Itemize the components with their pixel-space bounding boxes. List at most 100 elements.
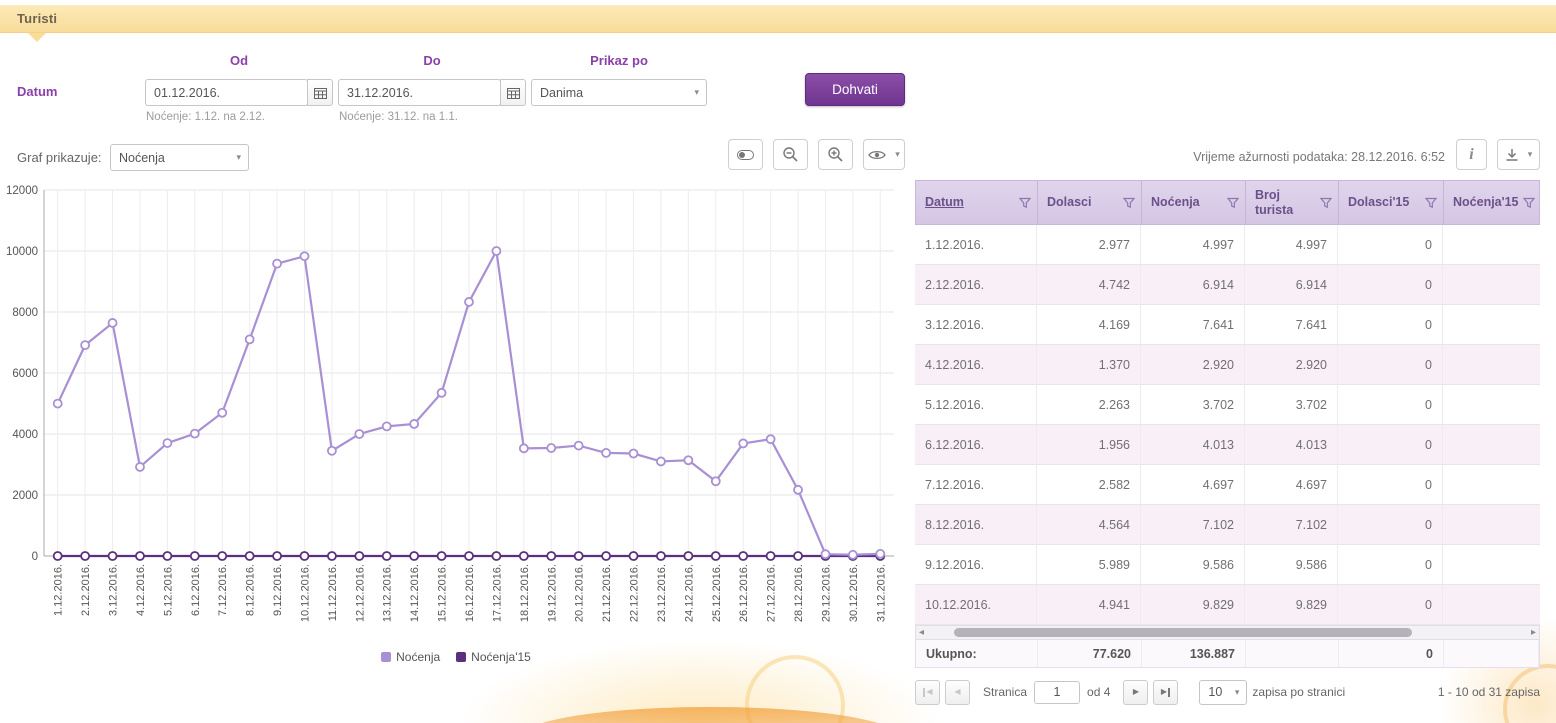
legend-item[interactable]: Noćenja'15 [456,650,531,664]
svg-text:25.12.2016.: 25.12.2016. [711,564,723,622]
total-value: 136.887 [1142,640,1246,667]
next-page-button[interactable]: ▶ [1123,680,1148,705]
cell-datum: 9.12.2016. [915,545,1037,584]
do-calendar-button[interactable] [500,79,526,106]
svg-text:28.12.2016.: 28.12.2016. [793,564,805,622]
filter-icon[interactable] [1320,197,1332,209]
page-number-input[interactable] [1034,681,1080,704]
total-value: 77.620 [1038,640,1142,667]
column-header-label: Dolasci [1047,195,1091,209]
svg-text:11.12.2016.: 11.12.2016. [327,564,339,621]
column-header-broj-turista[interactable]: Broj turista [1246,181,1339,224]
od-calendar-button[interactable] [307,79,333,106]
cell-value: 0 [1338,385,1443,424]
zoom-in-button[interactable] [818,139,853,170]
cell-value: 7.102 [1245,505,1338,544]
graf-prikazuje-label: Graf prikazuje: [17,150,102,165]
cell-datum: 4.12.2016. [915,345,1037,384]
filter-icon[interactable] [1425,197,1437,209]
table-row[interactable]: 9.12.2016.5.9899.5869.5860 [915,545,1540,585]
info-button[interactable]: i [1456,139,1487,170]
column-header-dolasci[interactable]: Dolasci [1038,181,1142,224]
svg-text:12.12.2016.: 12.12.2016. [354,564,366,622]
svg-text:2000: 2000 [12,490,38,502]
zoom-in-icon [827,146,844,163]
od-date-input[interactable] [145,79,308,106]
chevron-down-icon: ▾ [895,149,900,160]
cell-value: 0 [1338,545,1443,584]
chevron-down-icon: ▾ [1528,149,1533,160]
export-button[interactable]: ▾ [1497,139,1540,170]
chart-svg[interactable]: 0200040006000800010000120001.12.2016.2.1… [6,182,906,652]
page-prev-icon: ◀ [926,688,932,696]
svg-text:16.12.2016.: 16.12.2016. [464,564,476,622]
series-visibility-button[interactable]: ▾ [863,139,905,170]
column-header-dolasci-15[interactable]: Dolasci'15 [1339,181,1444,224]
column-header-no-enja-15[interactable]: Noćenja'15 [1444,181,1541,224]
cell-value: 0 [1338,225,1443,264]
zoom-out-button[interactable] [773,139,808,170]
cell-value [1443,225,1540,264]
svg-text:19.12.2016.: 19.12.2016. [546,564,558,622]
table-row[interactable]: 4.12.2016.1.3702.9202.9200 [915,345,1540,385]
do-note: Noćenje: 31.12. na 1.1. [339,111,458,123]
cell-value [1443,465,1540,504]
filter-icon[interactable] [1019,197,1031,209]
chart-toggle-button[interactable] [728,139,763,170]
graf-select[interactable]: Noćenja ▾ [110,144,249,171]
prikaz-po-select[interactable]: Danima ▾ [531,79,707,106]
table-row[interactable]: 6.12.2016.1.9564.0134.0130 [915,425,1540,465]
scrollbar-thumb[interactable] [954,628,1412,637]
page-prev-icon: ◀ [954,688,960,696]
cell-value: 4.697 [1141,465,1245,504]
svg-text:7.12.2016.: 7.12.2016. [217,564,229,616]
first-page-icon [923,688,925,697]
table-row[interactable]: 7.12.2016.2.5824.6974.6970 [915,465,1540,505]
cell-value: 9.586 [1245,545,1338,584]
filter-icon[interactable] [1523,197,1535,209]
column-header-datum[interactable]: Datum [916,181,1038,224]
cell-value: 6.914 [1245,265,1338,304]
horizontal-scrollbar[interactable]: ◂ ▸ [915,625,1540,640]
last-page-icon [1168,688,1170,697]
column-header-no-enja[interactable]: Noćenja [1142,181,1246,224]
first-page-button[interactable]: ◀ [915,680,940,705]
table-row[interactable]: 1.12.2016.2.9774.9974.9970 [915,225,1540,265]
svg-text:1.12.2016.: 1.12.2016. [53,564,65,616]
table-row[interactable]: 8.12.2016.4.5647.1027.1020 [915,505,1540,545]
table-total-row: Ukupno:77.620136.8870 [915,640,1540,668]
cell-datum: 6.12.2016. [915,425,1037,464]
pagination-bar: ◀ ◀ Stranica od 4 ▶ ▶ 10 ▾ zapisa po str… [915,678,1540,706]
cell-value: 9.829 [1141,585,1245,624]
svg-text:22.12.2016.: 22.12.2016. [629,564,641,622]
records-range-label: 1 - 10 od 31 zapisa [1438,685,1540,699]
prev-page-button[interactable]: ◀ [945,680,970,705]
table-row[interactable]: 3.12.2016.4.1697.6417.6410 [915,305,1540,345]
svg-text:24.12.2016.: 24.12.2016. [683,564,695,622]
svg-text:31.12.2016.: 31.12.2016. [875,564,887,622]
legend-item[interactable]: Noćenja [381,650,440,664]
cell-value [1443,265,1540,304]
prikaz-po-value: Danima [540,86,583,100]
page-size-value: 10 [1208,685,1222,699]
cell-value: 4.742 [1037,265,1141,304]
cell-value [1443,425,1540,464]
svg-text:23.12.2016.: 23.12.2016. [656,564,668,622]
dohvati-button[interactable]: Dohvati [805,73,905,106]
filter-icon[interactable] [1227,197,1239,209]
page-size-select[interactable]: 10 ▾ [1199,680,1247,705]
tab-turisti[interactable]: Turisti [17,11,57,26]
chevron-down-icon: ▾ [236,152,241,163]
table-row[interactable]: 2.12.2016.4.7426.9146.9140 [915,265,1540,305]
scroll-right-icon[interactable]: ▸ [1531,628,1536,638]
cell-value: 9.829 [1245,585,1338,624]
filter-icon[interactable] [1123,197,1135,209]
scroll-left-icon[interactable]: ◂ [919,628,924,638]
cell-value: 7.102 [1141,505,1245,544]
svg-text:3.12.2016.: 3.12.2016. [108,564,120,616]
last-page-button[interactable]: ▶ [1153,680,1178,705]
stranica-label: Stranica [983,685,1027,699]
do-date-input[interactable] [338,79,501,106]
table-row[interactable]: 10.12.2016.4.9419.8299.8290 [915,585,1540,625]
table-row[interactable]: 5.12.2016.2.2633.7023.7020 [915,385,1540,425]
